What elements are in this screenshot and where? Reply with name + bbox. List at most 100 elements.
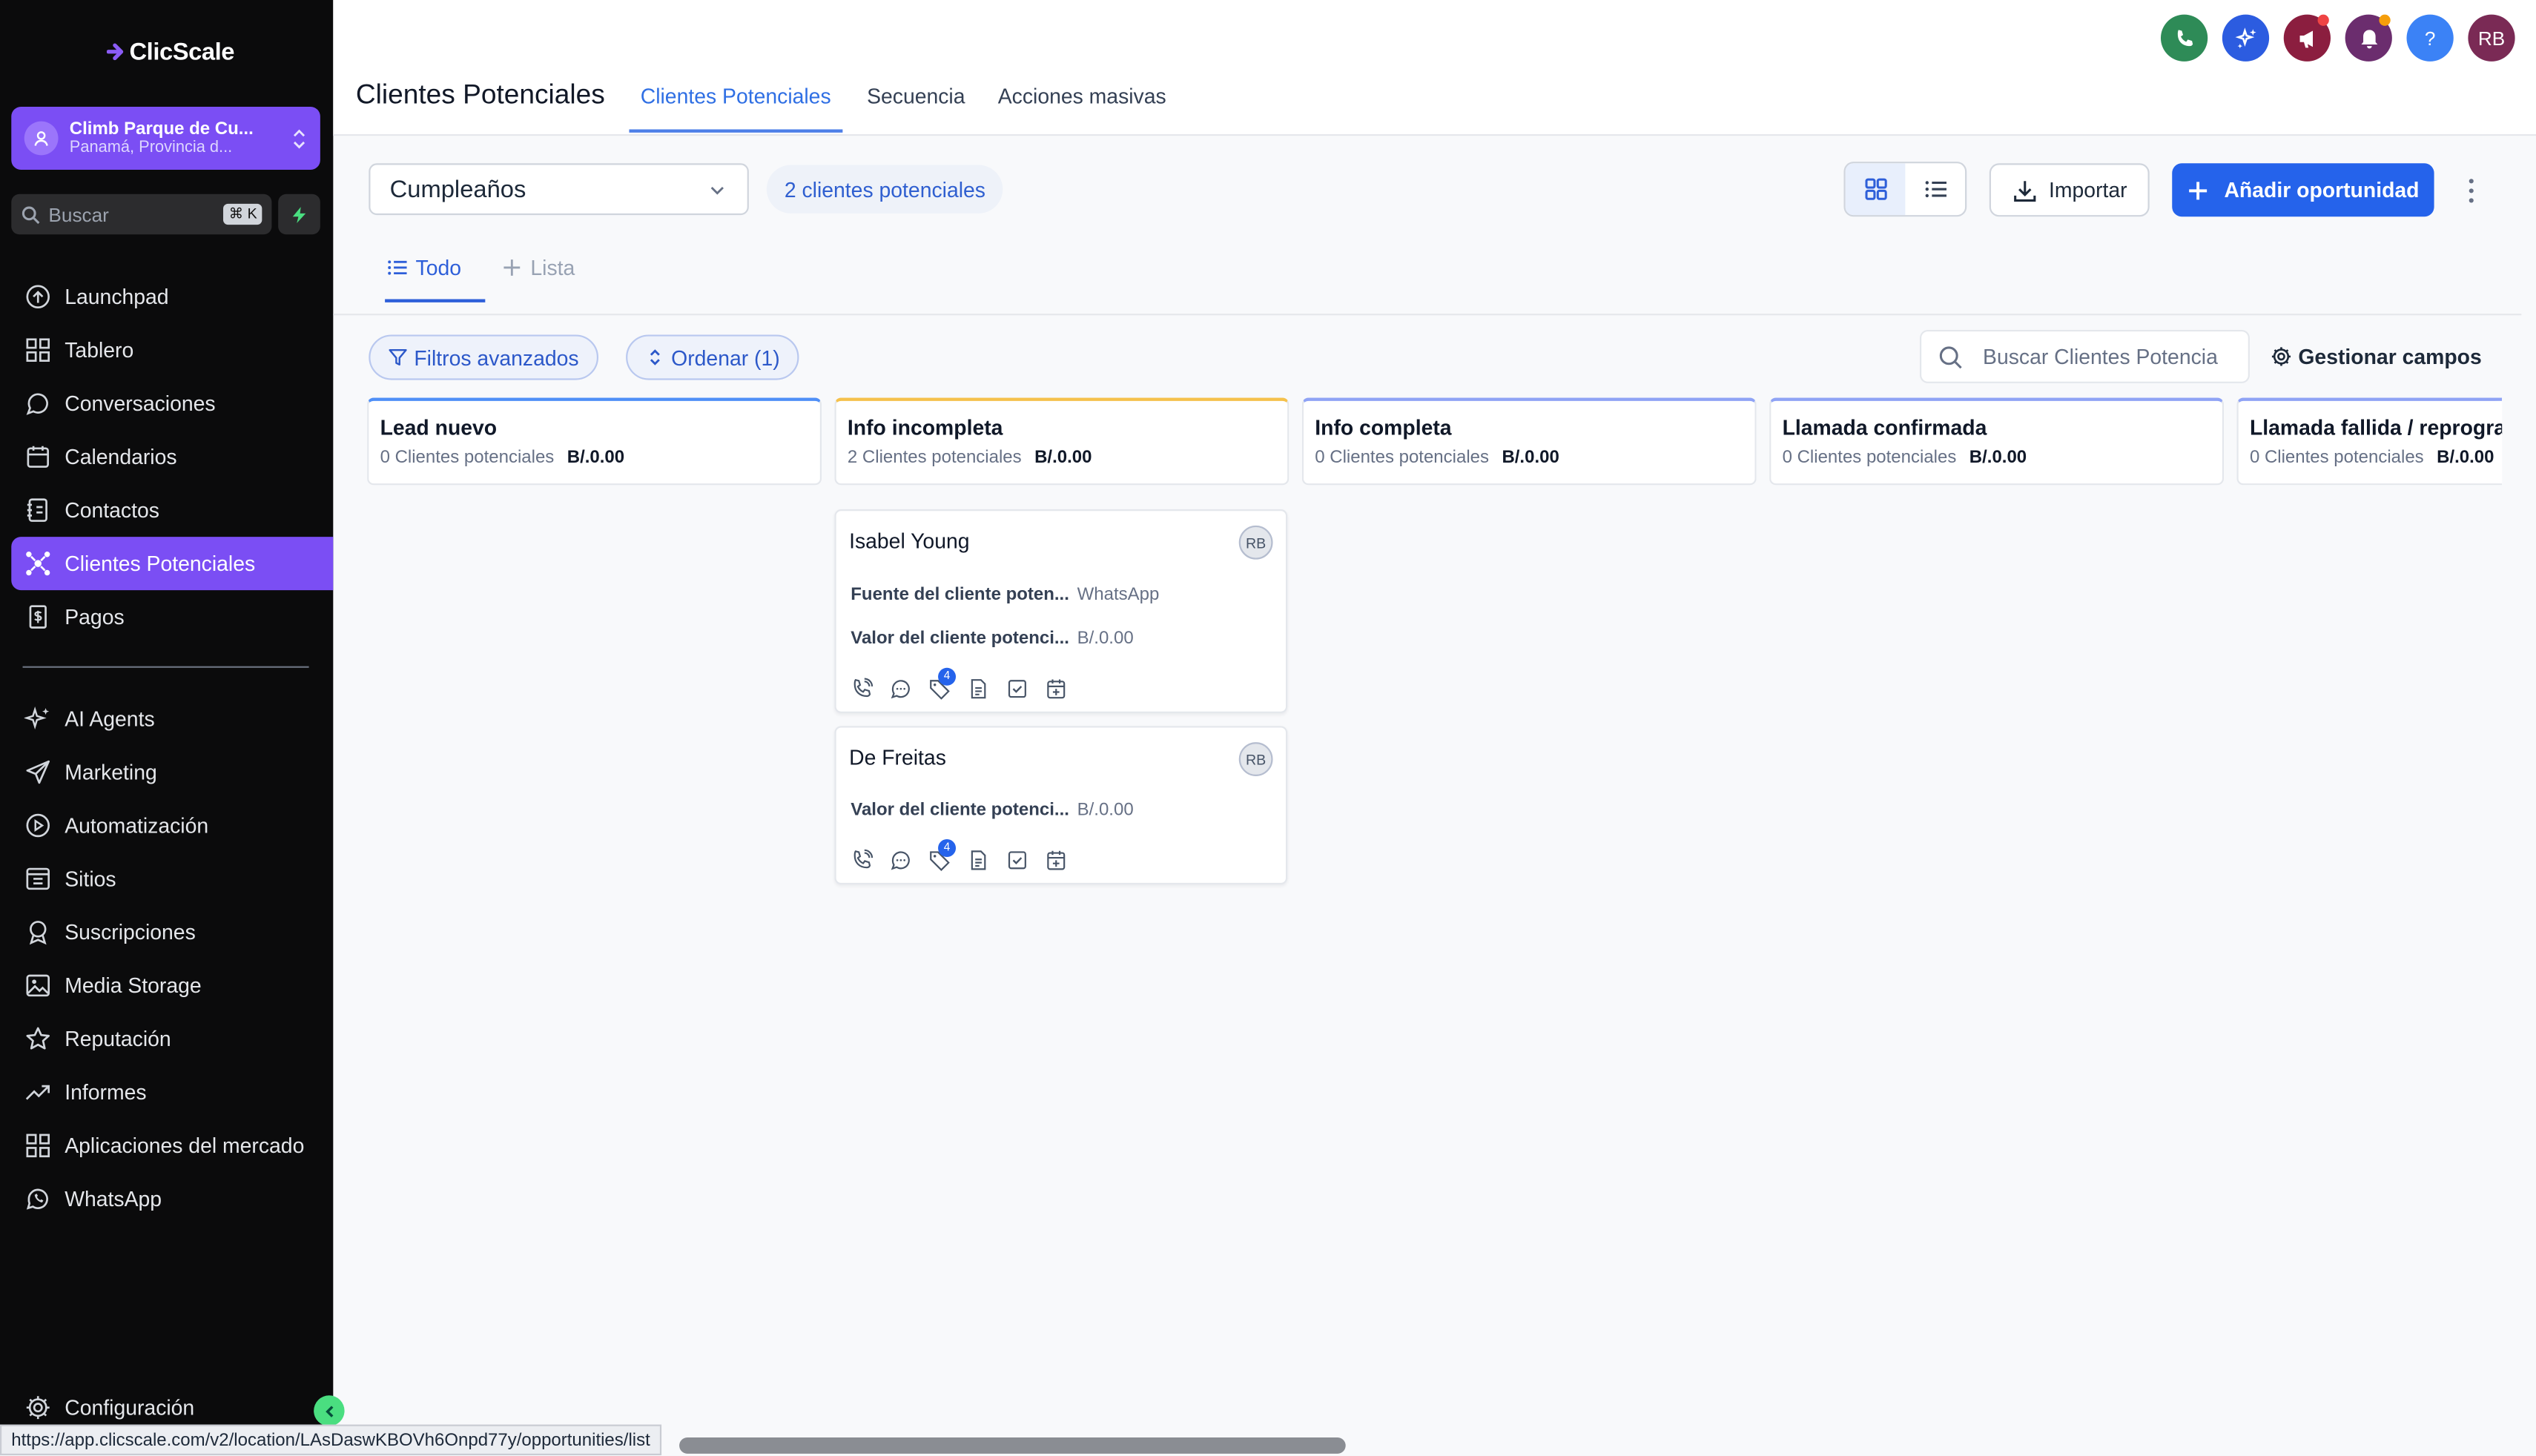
sidebar-item-label: Configuración — [65, 1395, 195, 1420]
stage-title: Info completa — [1315, 415, 1452, 440]
advanced-filters-label: Filtros avanzados — [414, 345, 579, 370]
opportunity-search-input[interactable]: Buscar Clientes Potencia — [1919, 329, 2250, 383]
sidebar-item-label: Informes — [65, 1079, 147, 1105]
phone-icon[interactable] — [851, 849, 874, 872]
more-vertical-icon — [2458, 175, 2484, 208]
tag-icon[interactable]: 4 — [928, 839, 957, 872]
quick-action-button[interactable] — [278, 193, 320, 235]
stage-column-header[interactable]: Info completa 0 Clientes potenciales B/.0… — [1301, 397, 1757, 486]
sidebar-item-pagos[interactable]: Pagos — [11, 590, 331, 643]
card-field-value: WhatsApp — [1077, 585, 1160, 605]
opportunity-card[interactable]: Isabel Young RB Fuente del cliente poten… — [834, 509, 1288, 713]
user-icon — [33, 129, 50, 147]
calendar-icon[interactable] — [1045, 678, 1068, 701]
calendar-icon[interactable] — [1045, 849, 1068, 872]
horizontal-scrollbar[interactable] — [679, 1437, 1346, 1454]
sidebar-item-launchpad[interactable]: Launchpad — [11, 270, 331, 323]
message-icon[interactable] — [890, 849, 913, 872]
megaphone-icon — [2296, 27, 2319, 50]
sidebar-item-marketing[interactable]: Marketing — [11, 745, 331, 798]
view-tab-todo[interactable]: Todo — [386, 255, 462, 280]
sidebar-search[interactable]: Buscar ⌘ K — [11, 193, 272, 235]
opportunity-card[interactable]: De Freitas RB Valor del cliente potenci.… — [834, 726, 1288, 885]
help-button[interactable]: ? — [2406, 14, 2454, 62]
tag-count-badge: 4 — [938, 667, 957, 686]
stage-count: 2 Clientes potenciales — [847, 448, 1022, 468]
collapse-sidebar-button[interactable] — [314, 1395, 345, 1426]
chevron-left-icon — [321, 1403, 337, 1419]
active-tab-indicator — [629, 129, 843, 133]
sort-button[interactable]: Ordenar (1) — [626, 334, 799, 380]
tab-acciones-masivas[interactable]: Acciones masivas — [998, 84, 1166, 108]
notification-dot — [2379, 14, 2391, 26]
card-contact-name[interactable]: De Freitas — [849, 745, 946, 770]
sidebar-item-tablero[interactable]: Tablero — [11, 323, 331, 377]
plus-icon — [501, 257, 522, 278]
ai-assistant-button[interactable] — [2222, 14, 2270, 62]
sidebar-item-label: Sitios — [65, 867, 116, 891]
phone-button[interactable] — [2160, 14, 2208, 62]
more-options-button[interactable] — [2458, 175, 2484, 208]
manage-fields-button[interactable]: Gestionar campos — [2271, 345, 2482, 368]
sparkles-icon — [24, 705, 52, 732]
message-icon[interactable] — [890, 678, 913, 701]
stage-column-header[interactable]: Llamada fallida / reprogra 0 Clientes po… — [2236, 397, 2503, 486]
header-actions: ? RB — [2160, 14, 2515, 62]
sidebar-item-label: Reputación — [65, 1027, 171, 1051]
card-contact-name[interactable]: Isabel Young — [849, 529, 969, 553]
notifications-button[interactable] — [2345, 14, 2392, 62]
sidebar-item-clientes-potenciales[interactable]: Clientes Potenciales — [11, 537, 334, 591]
import-button[interactable]: Importar — [1989, 163, 2150, 217]
user-avatar[interactable]: RB — [2468, 14, 2515, 62]
announcements-button[interactable] — [2283, 14, 2331, 62]
account-avatar — [24, 121, 59, 156]
owner-avatar[interactable]: RB — [1238, 742, 1273, 776]
add-opportunity-label: Añadir oportunidad — [2224, 177, 2420, 202]
page-title: Clientes Potenciales — [355, 79, 605, 110]
account-switcher[interactable]: Climb Parque de Cu... Panamá, Provincia … — [11, 106, 320, 171]
apps-icon — [24, 1132, 52, 1159]
sidebar-item-aplicaciones[interactable]: Aplicaciones del mercado — [11, 1119, 331, 1172]
list-icon — [386, 257, 407, 278]
add-list-tab[interactable]: Lista — [501, 256, 575, 279]
sidebar-item-calendarios[interactable]: Calendarios — [11, 430, 331, 483]
tag-icon[interactable]: 4 — [928, 667, 957, 701]
stage-count: 0 Clientes potenciales — [2249, 448, 2424, 468]
sidebar-item-label: Pagos — [65, 604, 125, 629]
advanced-filters-button[interactable]: Filtros avanzados — [369, 334, 598, 380]
sidebar-item-media-storage[interactable]: Media Storage — [11, 959, 331, 1012]
board-view-button[interactable] — [1845, 163, 1906, 216]
view-tab-label: Todo — [415, 255, 462, 280]
tab-secuencia[interactable]: Secuencia — [867, 84, 965, 108]
sidebar-divider — [22, 666, 309, 668]
task-icon[interactable] — [1006, 849, 1029, 872]
sidebar-item-informes[interactable]: Informes — [11, 1065, 331, 1119]
tag-count-badge: 4 — [938, 839, 957, 857]
owner-avatar[interactable]: RB — [1238, 525, 1273, 560]
note-icon[interactable] — [967, 678, 990, 701]
list-icon — [1922, 176, 1948, 202]
stage-column-header[interactable]: Lead nuevo 0 Clientes potenciales B/.0.00 — [367, 397, 822, 486]
sidebar-item-ai-agents[interactable]: AI Agents — [11, 692, 331, 746]
sidebar-item-automatizacion[interactable]: Automatización — [11, 798, 331, 852]
stage-column-header[interactable]: Llamada confirmada 0 Clientes potenciale… — [1769, 397, 2225, 486]
stage-column-header[interactable]: Info incompleta 2 Clientes potenciales B/… — [834, 397, 1290, 486]
sidebar-item-conversaciones[interactable]: Conversaciones — [11, 377, 331, 430]
send-icon — [24, 758, 52, 786]
shortcut-badge: ⌘ K — [224, 203, 262, 225]
sidebar-item-contactos[interactable]: Contactos — [11, 483, 331, 537]
note-icon[interactable] — [967, 849, 990, 872]
sidebar-item-whatsapp[interactable]: WhatsApp — [11, 1172, 331, 1225]
sidebar-item-suscripciones[interactable]: Suscripciones — [11, 905, 331, 959]
sidebar-item-reputacion[interactable]: Reputación — [11, 1012, 331, 1065]
list-view-button[interactable] — [1905, 163, 1965, 215]
phone-icon[interactable] — [851, 678, 874, 701]
tab-clientes-potenciales[interactable]: Clientes Potenciales — [641, 84, 831, 108]
pipeline-select[interactable]: Cumpleaños — [369, 163, 749, 216]
sidebar-item-sitios[interactable]: Sitios — [11, 852, 331, 905]
sidebar-item-label: Launchpad — [65, 284, 169, 309]
brand-logo[interactable]: ClicScale — [106, 36, 235, 68]
trend-icon — [24, 1079, 52, 1106]
add-opportunity-button[interactable]: Añadir oportunidad — [2172, 163, 2434, 217]
task-icon[interactable] — [1006, 678, 1029, 701]
